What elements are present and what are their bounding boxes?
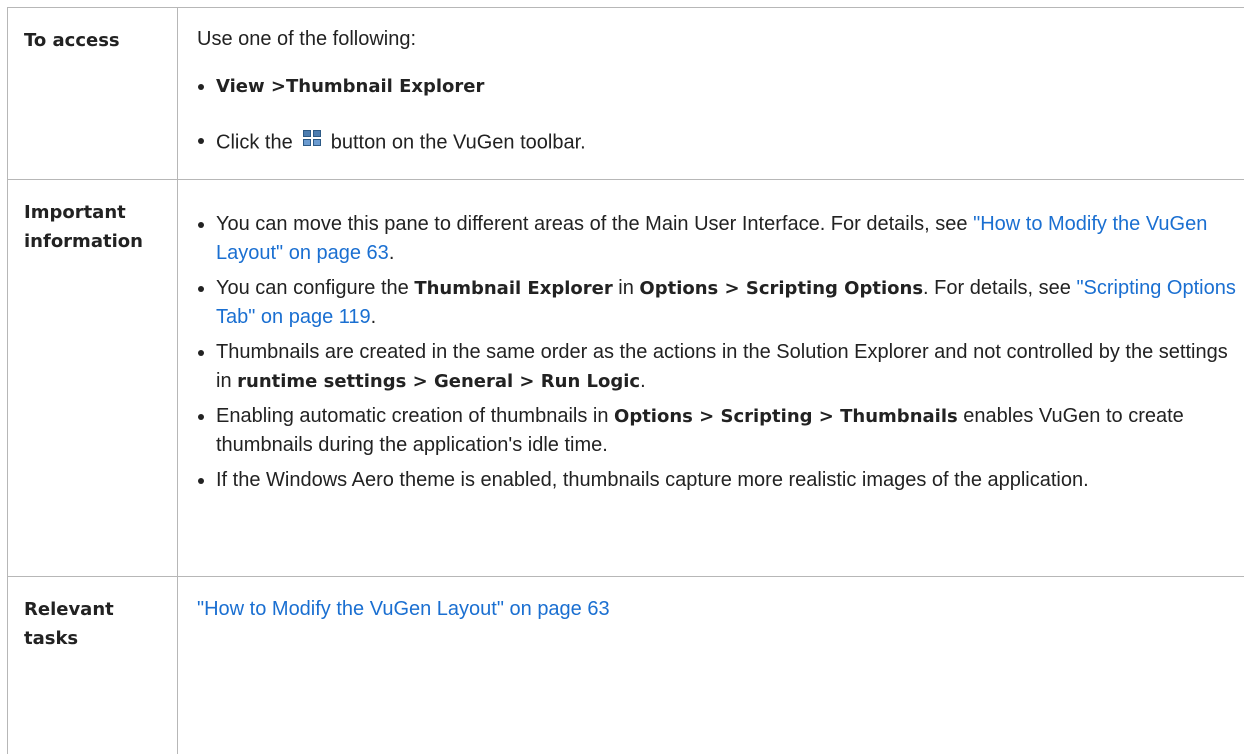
menu-path-view-thumbnail-explorer: View >Thumbnail Explorer xyxy=(216,76,484,97)
label-relevant-line1: Relevant xyxy=(24,595,177,624)
bullet-icon xyxy=(198,222,204,228)
bullet-icon xyxy=(198,286,204,292)
bullet-icon xyxy=(198,138,204,144)
click-the-text: Click the xyxy=(216,131,293,153)
row-to-access: To access Use one of the following: View… xyxy=(8,8,1244,180)
bullet-icon xyxy=(198,414,204,420)
label-relevant-line2: tasks xyxy=(24,624,177,653)
label-important-line2: information xyxy=(24,227,177,256)
list-item: If the Windows Aero theme is enabled, th… xyxy=(197,466,1244,495)
important-list: You can move this pane to different area… xyxy=(197,195,1244,495)
bold-term: runtime settings > General > Run Logic xyxy=(237,371,640,392)
bullet-icon xyxy=(198,84,204,90)
toolbar-button-text: button on the VuGen toolbar. xyxy=(331,131,586,153)
access-content: Use one of the following: View >Thumbnai… xyxy=(178,8,1244,180)
item-text: . For details, see xyxy=(923,277,1076,299)
list-item: Thumbnails are created in the same order… xyxy=(197,338,1244,396)
bold-term: Options > Scripting > Thumbnails xyxy=(614,406,958,427)
reference-table: To access Use one of the following: View… xyxy=(7,7,1244,754)
list-item: You can move this pane to different area… xyxy=(197,210,1244,268)
item-text: . xyxy=(389,242,395,264)
item-text: You can configure the xyxy=(216,277,414,299)
access-list: View >Thumbnail Explorer Click the button… xyxy=(197,72,1244,160)
important-content: You can move this pane to different area… xyxy=(178,180,1244,577)
label-important-information: Important information xyxy=(8,180,178,577)
bullet-icon xyxy=(198,478,204,484)
list-item: View >Thumbnail Explorer xyxy=(197,72,1244,101)
item-text: You can move this pane to different area… xyxy=(216,213,973,235)
item-text: Enabling automatic creation of thumbnail… xyxy=(216,405,614,427)
row-relevant-tasks: Relevant tasks "How to Modify the VuGen … xyxy=(8,577,1244,754)
label-relevant-tasks: Relevant tasks xyxy=(8,577,178,754)
bold-term: Options > Scripting Options xyxy=(639,278,923,299)
relevant-content: "How to Modify the VuGen Layout" on page… xyxy=(178,577,1244,754)
list-item: You can configure the Thumbnail Explorer… xyxy=(197,274,1244,332)
item-text: . xyxy=(640,370,646,392)
list-item: Click the button on the VuGen toolbar. xyxy=(197,126,1244,160)
bullet-icon xyxy=(198,350,204,356)
bold-term: Thumbnail Explorer xyxy=(414,278,612,299)
item-text: If the Windows Aero theme is enabled, th… xyxy=(216,469,1089,491)
item-text: . xyxy=(371,306,377,328)
thumbnail-explorer-icon xyxy=(299,126,325,152)
list-item: Enabling automatic creation of thumbnail… xyxy=(197,402,1244,460)
row-important-information: Important information You can move this … xyxy=(8,180,1244,577)
access-intro: Use one of the following: xyxy=(197,25,1244,54)
label-important-line1: Important xyxy=(24,198,177,227)
label-to-access-text: To access xyxy=(24,30,120,51)
item-text: in xyxy=(613,277,640,299)
link-relevant-how-to-modify-layout[interactable]: "How to Modify the VuGen Layout" on page… xyxy=(197,595,1244,624)
label-to-access: To access xyxy=(8,8,178,180)
